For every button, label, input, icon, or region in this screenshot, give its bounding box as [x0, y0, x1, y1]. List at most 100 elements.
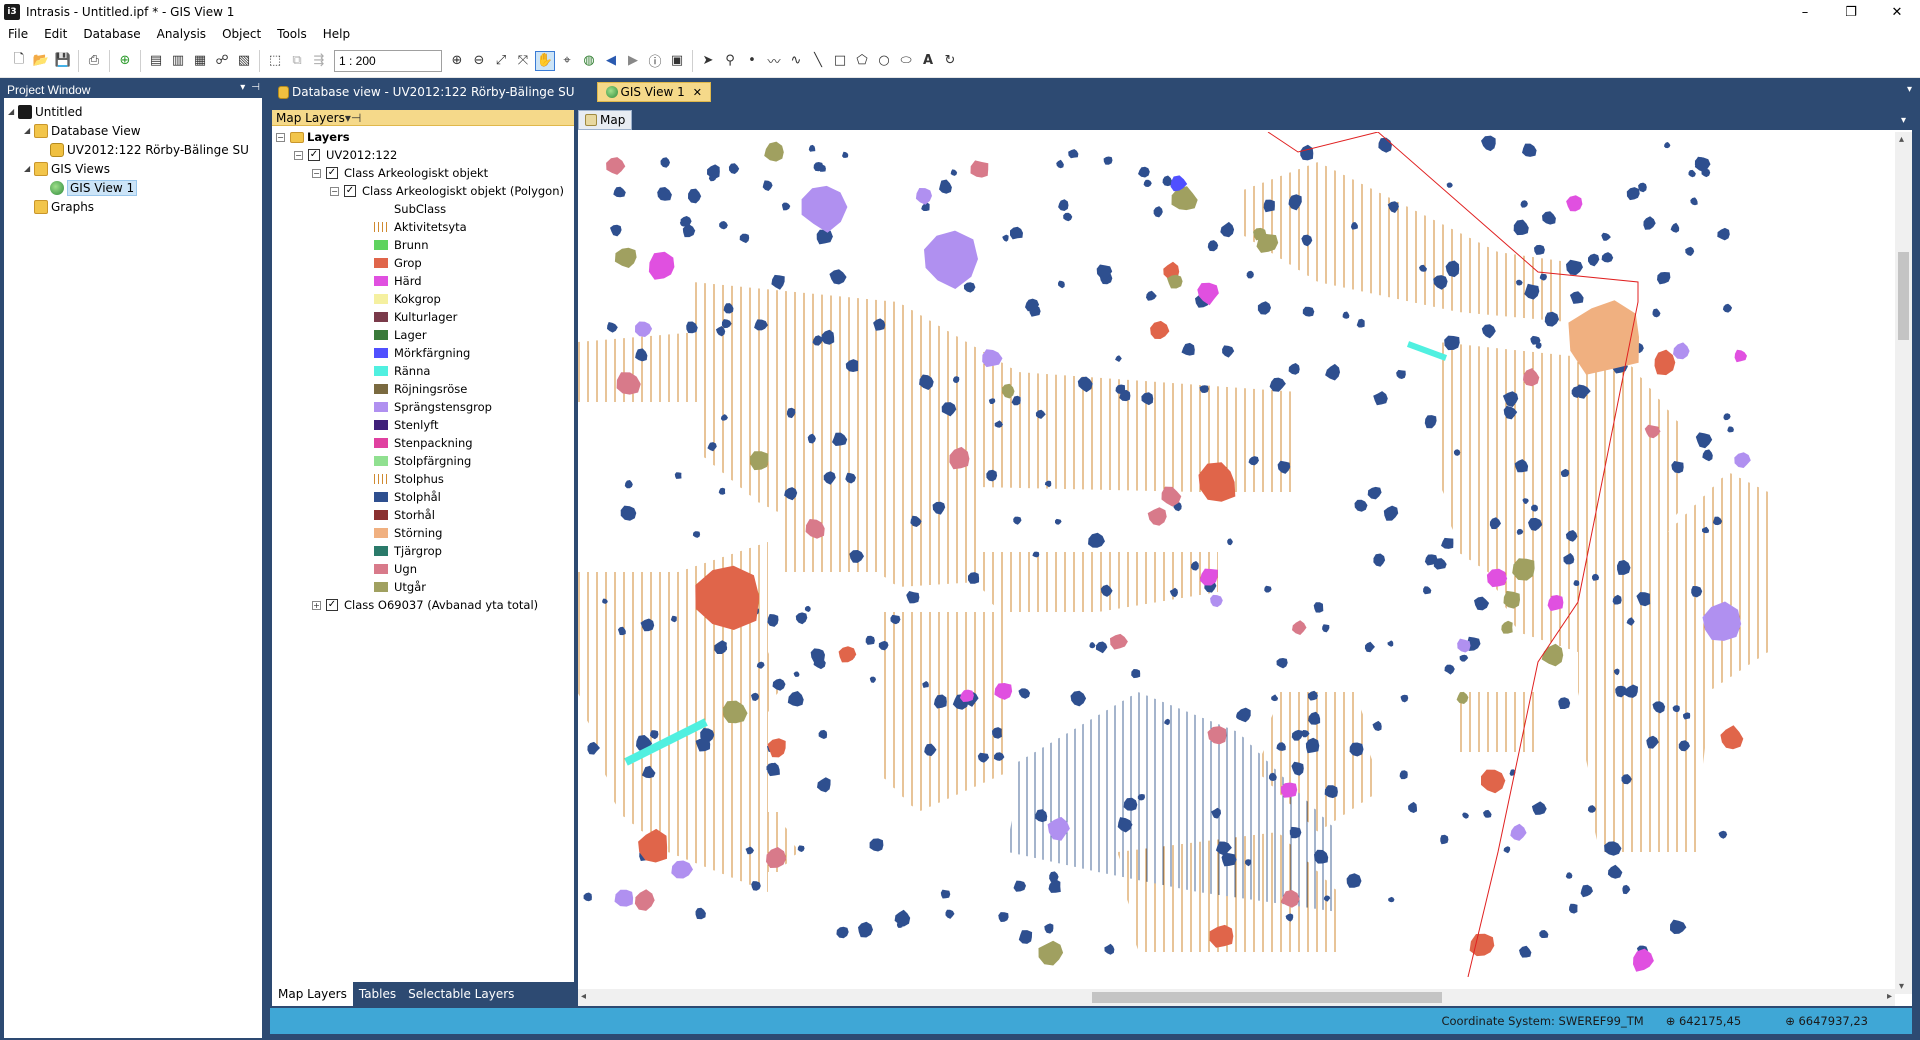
scroll-left-icon[interactable]: ◂ — [581, 991, 586, 1002]
copy-map-icon[interactable]: ⧉ — [287, 51, 307, 71]
zoom-in-icon[interactable]: ⊕ — [447, 51, 467, 71]
draw-rectangle-icon[interactable]: □ — [830, 51, 850, 71]
restore-button[interactable]: ❐ — [1828, 0, 1874, 24]
posthole-feature — [1104, 943, 1115, 955]
tab-database-view[interactable]: Database view - UV2012:122 Rörby-Bälinge… — [270, 82, 583, 102]
map-tabbar: Map ▾ — [578, 110, 1912, 130]
draw-text-icon[interactable]: A — [918, 51, 938, 71]
layer-checkbox[interactable]: ✓ — [344, 185, 356, 197]
map-canvas[interactable] — [578, 132, 1895, 977]
layer-class-arkeologiskt-objekt[interactable]: − ✓ Class Arkeologiskt objekt — [276, 164, 574, 182]
menu-tools[interactable]: Tools — [269, 27, 315, 41]
globe-icon[interactable]: ◍ — [579, 51, 599, 71]
identify-icon[interactable]: ⚲ — [720, 51, 740, 71]
draw-curve-icon[interactable]: ∿ — [786, 51, 806, 71]
report-icon[interactable]: ▧ — [234, 51, 254, 71]
posthole-feature — [804, 605, 811, 612]
menu-file[interactable]: File — [0, 27, 36, 41]
layer-project[interactable]: − ✓ UV2012:122 — [276, 146, 574, 164]
new-object-icon[interactable]: ▤ — [146, 51, 166, 71]
zoom-extent-icon[interactable]: ⤧ — [513, 51, 533, 71]
pit-feature — [1720, 725, 1744, 750]
tree-node-database[interactable]: UV2012:122 Rörby-Bälinge SU — [8, 140, 262, 159]
posthole-feature — [1670, 222, 1680, 233]
layer-checkbox[interactable]: ✓ — [326, 167, 338, 179]
tree-node-database-view[interactable]: ◢ Database View — [8, 121, 262, 140]
tree-node-gis-views[interactable]: ◢ GIS Views — [8, 159, 262, 178]
intrasis-app-icon: i3 — [4, 4, 20, 20]
scroll-up-icon[interactable]: ▴ — [1899, 134, 1904, 145]
minimize-button[interactable]: – — [1782, 0, 1828, 24]
collapse-icon[interactable]: − — [312, 168, 321, 178]
layer-checkbox[interactable]: ✓ — [308, 149, 320, 161]
dropdown-icon[interactable]: ▾ — [240, 82, 245, 93]
tree-node-untitled[interactable]: ◢ Untitled — [8, 102, 262, 121]
table-icon[interactable]: ▦ — [190, 51, 210, 71]
draw-polyline-icon[interactable]: 〰 — [764, 51, 784, 71]
layer-class-o69037[interactable]: + ✓ Class O69037 (Avbanad yta total) — [276, 596, 574, 614]
draw-polygon-icon[interactable]: ⬠ — [852, 51, 872, 71]
object-list-icon[interactable]: ▥ — [168, 51, 188, 71]
tree-node-graphs[interactable]: Graphs — [8, 197, 262, 216]
tab-map[interactable]: Map — [578, 110, 633, 130]
new-file-icon[interactable]: 🗋 — [9, 51, 29, 71]
map-dropdown-icon[interactable]: ▾ — [1901, 115, 1906, 126]
menu-object[interactable]: Object — [214, 27, 269, 41]
draw-line-icon[interactable]: ╲ — [808, 51, 828, 71]
posthole-feature — [1459, 654, 1469, 662]
collapse-icon[interactable]: − — [276, 132, 285, 142]
layer-properties-icon[interactable]: ▣ — [667, 51, 687, 71]
tab-gis-view-1[interactable]: GIS View 1 ✕ — [596, 82, 711, 102]
save-icon[interactable]: 💾 — [53, 51, 73, 71]
rotate-icon[interactable]: ↻ — [940, 51, 960, 71]
tree-node-gis-view-1[interactable]: GIS View 1 — [8, 178, 262, 197]
map-scale-input[interactable] — [334, 49, 442, 72]
vertical-scrollbar[interactable]: ▴ ▾ — [1895, 132, 1912, 994]
scroll-right-icon[interactable]: ▸ — [1887, 991, 1892, 1002]
open-folder-icon[interactable]: 📂 — [31, 51, 51, 71]
zoom-out-icon[interactable]: ⊖ — [469, 51, 489, 71]
menu-help[interactable]: Help — [315, 27, 358, 41]
draw-point-icon[interactable]: • — [742, 51, 762, 71]
close-tab-icon[interactable]: ✕ — [693, 86, 702, 99]
pan-hand-icon[interactable]: ✋ — [535, 50, 555, 71]
expand-icon[interactable]: + — [312, 600, 321, 610]
export-map-icon[interactable]: ⇶ — [309, 51, 329, 71]
select-map-icon[interactable]: ⬚ — [265, 51, 285, 71]
add-icon[interactable]: ⊕ — [115, 51, 135, 71]
forward-arrow-icon[interactable]: ▶ — [623, 51, 643, 71]
select-pointer-icon[interactable]: ➤ — [698, 51, 718, 71]
print-icon[interactable]: ⎙ — [84, 51, 104, 71]
zoom-full-extent-icon[interactable]: ⤢ — [491, 51, 511, 71]
globe-icon — [605, 86, 618, 98]
legend-item-röjningsröse: Röjningsröse — [276, 380, 574, 398]
zoom-selection-icon[interactable]: ⌖ — [557, 51, 577, 71]
layer-class-arkeologiskt-objekt-polygon[interactable]: − ✓ Class Arkeologiskt objekt (Polygon) — [276, 182, 574, 200]
horizontal-scroll-thumb[interactable] — [1092, 992, 1442, 1003]
tabs-dropdown-icon[interactable]: ▾ — [1907, 84, 1912, 95]
back-arrow-icon[interactable]: ◀ — [601, 51, 621, 71]
binoculars-icon[interactable]: ☍ — [212, 51, 232, 71]
vertical-scroll-thumb[interactable] — [1898, 252, 1909, 340]
posthole-feature — [1063, 212, 1073, 222]
menu-database[interactable]: Database — [75, 27, 148, 41]
menu-edit[interactable]: Edit — [36, 27, 75, 41]
info-icon[interactable]: ⓘ — [645, 51, 665, 71]
menu-analysis[interactable]: Analysis — [149, 27, 214, 41]
draw-circle-icon[interactable]: ○ — [874, 51, 894, 71]
layer-checkbox[interactable]: ✓ — [326, 599, 338, 611]
pin-icon[interactable]: ⊣ — [351, 111, 361, 125]
draw-ellipse-icon[interactable]: ⬭ — [896, 51, 916, 71]
tab-tables[interactable]: Tables — [353, 982, 402, 1006]
collapse-icon[interactable]: − — [330, 186, 339, 196]
map-layers-header: Map Layers ▾⊣ — [272, 110, 574, 126]
tab-selectable-layers[interactable]: Selectable Layers — [402, 982, 520, 1006]
scroll-down-icon[interactable]: ▾ — [1899, 981, 1904, 992]
collapse-icon[interactable]: − — [294, 150, 303, 160]
horizontal-scrollbar[interactable]: ◂ ▸ — [578, 989, 1895, 1006]
tab-map-layers[interactable]: Map Layers — [272, 982, 353, 1006]
posthole-feature — [1717, 227, 1730, 241]
layer-root[interactable]: − Layers — [276, 128, 574, 146]
pin-icon[interactable]: ⊣ — [251, 82, 260, 93]
close-button[interactable]: ✕ — [1874, 0, 1920, 24]
